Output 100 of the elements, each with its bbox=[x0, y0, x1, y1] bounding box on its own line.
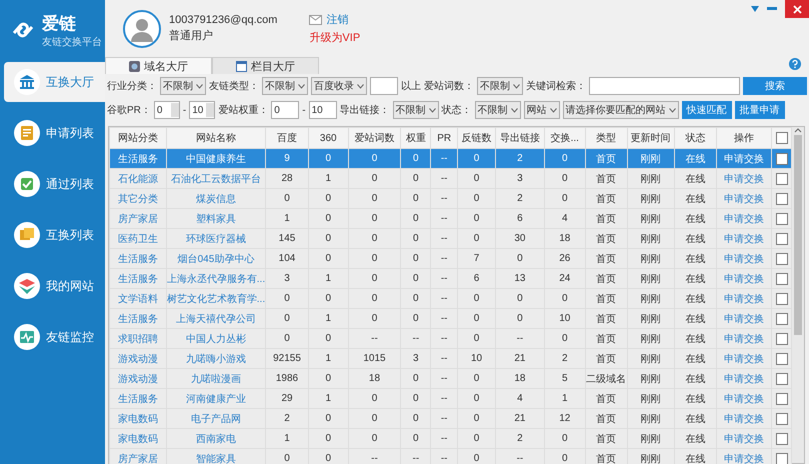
column-header[interactable]: 360 bbox=[308, 128, 348, 148]
minimize-icon[interactable] bbox=[767, 7, 777, 11]
dropdown[interactable]: 请选择你要匹配的网站 bbox=[562, 101, 679, 119]
table-cell: 0 bbox=[458, 368, 496, 388]
row-checkbox[interactable] bbox=[776, 372, 788, 384]
row-checkbox[interactable] bbox=[776, 192, 788, 204]
logout-link[interactable]: 注销 bbox=[326, 12, 348, 27]
row-checkbox[interactable] bbox=[776, 452, 788, 464]
dropdown[interactable]: 网站 bbox=[524, 101, 560, 119]
sidebar-item[interactable]: 通过列表 bbox=[4, 164, 105, 204]
row-checkbox[interactable] bbox=[776, 232, 788, 244]
select-all-checkbox[interactable] bbox=[776, 132, 788, 144]
column-header[interactable]: 权重 bbox=[400, 128, 431, 148]
apply-link[interactable]: 申请交换 bbox=[716, 348, 772, 368]
sidebar-item[interactable]: 互换大厅 bbox=[4, 62, 105, 102]
table-cell: 0 bbox=[400, 288, 431, 308]
column-header[interactable]: 爱站词数 bbox=[348, 128, 401, 148]
input-field[interactable] bbox=[370, 77, 398, 95]
caret-icon bbox=[668, 108, 676, 112]
column-header[interactable]: 网站名称 bbox=[166, 128, 266, 148]
apply-link[interactable]: 申请交换 bbox=[716, 428, 772, 448]
column-header[interactable]: 类型 bbox=[585, 128, 628, 148]
apply-link[interactable]: 申请交换 bbox=[716, 228, 772, 248]
column-header[interactable]: 交换... bbox=[544, 128, 586, 148]
apply-link[interactable]: 申请交换 bbox=[716, 408, 772, 428]
row-checkbox[interactable] bbox=[776, 412, 788, 424]
apply-link[interactable]: 申请交换 bbox=[716, 388, 772, 408]
column-header[interactable]: 反链数 bbox=[458, 128, 496, 148]
input-field[interactable]: 10 bbox=[308, 101, 337, 119]
table-cell: 0 bbox=[495, 308, 544, 328]
action-button[interactable]: 搜索 bbox=[743, 77, 807, 95]
tab[interactable]: 域名大厅 bbox=[105, 57, 212, 74]
close-button[interactable] bbox=[785, 0, 809, 18]
scrollbar[interactable] bbox=[792, 127, 804, 463]
help-icon[interactable] bbox=[789, 58, 801, 70]
table-row[interactable]: 生活服务 烟台045助孕中心 104 0 0 0 -- 7 0 26 首页 刚刚 在线 申请交换 bbox=[110, 248, 792, 268]
apply-link[interactable]: 申请交换 bbox=[716, 148, 772, 168]
row-checkbox[interactable] bbox=[776, 352, 788, 364]
table-row[interactable]: 家电数码 西南家电 1 0 0 0 -- 0 2 0 首页 刚刚 在线 申请交换 bbox=[110, 428, 792, 448]
dropdown-icon[interactable] bbox=[751, 6, 759, 12]
table-row[interactable]: 生活服务 河南健康产业 29 1 0 0 -- 0 4 1 首页 刚刚 在线 申请交换 bbox=[110, 388, 792, 408]
upgrade-link[interactable]: 升级为VIP bbox=[309, 30, 360, 45]
column-header[interactable]: 状态 bbox=[674, 128, 717, 148]
apply-link[interactable]: 申请交换 bbox=[716, 188, 772, 208]
column-header[interactable]: 更新时间 bbox=[627, 128, 674, 148]
tab[interactable]: 栏目大厅 bbox=[212, 57, 319, 74]
sidebar-item[interactable]: 互换列表 bbox=[4, 215, 105, 255]
row-checkbox[interactable] bbox=[776, 392, 788, 404]
row-checkbox[interactable] bbox=[776, 292, 788, 304]
table-row[interactable]: 生活服务 中国健康养生 9 0 0 0 -- 0 2 0 首页 刚刚 在线 申请交换 bbox=[110, 148, 792, 168]
dropdown[interactable]: 不限制 bbox=[262, 77, 308, 95]
apply-link[interactable]: 申请交换 bbox=[716, 268, 772, 288]
apply-link[interactable]: 申请交换 bbox=[716, 288, 772, 308]
spin-field[interactable]: 10 bbox=[189, 101, 216, 119]
row-checkbox[interactable] bbox=[776, 272, 788, 284]
table-row[interactable]: 游戏动漫 九喏啦漫画 1986 0 18 0 -- 0 18 5 二级域名 刚刚 在线 申请交换 bbox=[110, 368, 792, 388]
row-checkbox[interactable] bbox=[776, 252, 788, 264]
input-field[interactable]: 0 bbox=[271, 101, 300, 119]
table-row[interactable]: 生活服务 上海永丞代孕服务有... 3 1 0 0 -- 6 13 24 首页 刚刚 在线 申请交换 bbox=[110, 268, 792, 288]
table-row[interactable]: 求职招聘 中国人力丛彬 0 0 -- -- -- 0 -- 0 首页 刚刚 在线 申请交换 bbox=[110, 328, 792, 348]
apply-link[interactable]: 申请交换 bbox=[716, 328, 772, 348]
column-header[interactable]: 百度 bbox=[266, 128, 308, 148]
scroll-up-icon[interactable] bbox=[794, 127, 802, 133]
table-row[interactable]: 游戏动漫 九喏嗨小游戏 92155 1 1015 3 -- 10 21 2 首页 刚刚 在线 申请交换 bbox=[110, 348, 792, 368]
dropdown[interactable]: 百度收录 bbox=[311, 77, 367, 95]
sidebar-item[interactable]: 申请列表 bbox=[4, 113, 105, 153]
dropdown[interactable]: 不限制 bbox=[160, 77, 206, 95]
table-row[interactable]: 其它分类 煤炭信息 0 0 0 0 -- 0 2 0 首页 刚刚 在线 申请交换 bbox=[110, 188, 792, 208]
column-header[interactable]: 操作 bbox=[716, 128, 772, 148]
action-button[interactable]: 快速匹配 bbox=[682, 101, 732, 119]
dropdown[interactable]: 不限制 bbox=[474, 101, 521, 119]
dropdown[interactable]: 不限制 bbox=[477, 77, 523, 95]
apply-link[interactable]: 申请交换 bbox=[716, 308, 772, 328]
spin-field[interactable]: 0 bbox=[154, 101, 180, 119]
table-row[interactable]: 家电数码 电子产品网 2 0 0 0 -- 0 21 12 首页 刚刚 在线 申请交换 bbox=[110, 408, 792, 428]
search-field[interactable] bbox=[589, 77, 740, 95]
apply-link[interactable]: 申请交换 bbox=[716, 248, 772, 268]
apply-link[interactable]: 申请交换 bbox=[716, 448, 772, 464]
sidebar-item[interactable]: 友链监控 bbox=[4, 317, 105, 357]
table-row[interactable]: 生活服务 上海天禧代孕公司 0 1 0 0 -- 0 0 10 首页 刚刚 在线 申请交换 bbox=[110, 308, 792, 328]
row-checkbox[interactable] bbox=[776, 172, 788, 184]
table-row[interactable]: 房产家居 塑料家具 1 0 0 0 -- 0 6 4 首页 刚刚 在线 申请交换 bbox=[110, 208, 792, 228]
row-checkbox[interactable] bbox=[776, 332, 788, 344]
table-row[interactable]: 医药卫生 环球医疗器械 145 0 0 0 -- 0 30 18 首页 刚刚 在线 申请交换 bbox=[110, 228, 792, 248]
apply-link[interactable]: 申请交换 bbox=[716, 208, 772, 228]
sidebar-item[interactable]: 我的网站 bbox=[4, 266, 105, 306]
row-checkbox[interactable] bbox=[776, 432, 788, 444]
row-checkbox[interactable] bbox=[776, 212, 788, 224]
column-header[interactable]: PR bbox=[430, 128, 458, 148]
apply-link[interactable]: 申请交换 bbox=[716, 168, 772, 188]
table-cell: 0 bbox=[348, 248, 401, 268]
row-checkbox[interactable] bbox=[776, 312, 788, 324]
action-button[interactable]: 批量申请 bbox=[734, 101, 785, 119]
row-checkbox[interactable] bbox=[776, 152, 788, 164]
table-row[interactable]: 石化能源 石油化工云数据平台 28 1 0 0 -- 0 3 0 首页 刚刚 在线 申请交换 bbox=[110, 168, 792, 188]
column-header[interactable]: 导出链接 bbox=[495, 128, 544, 148]
apply-link[interactable]: 申请交换 bbox=[716, 368, 772, 388]
column-header[interactable]: 网站分类 bbox=[110, 128, 166, 148]
dropdown[interactable]: 不限制 bbox=[392, 101, 439, 119]
table-row[interactable]: 房产家居 智能家具 0 0 -- -- -- 0 -- 0 首页 刚刚 在线 申请交换 bbox=[110, 448, 792, 464]
